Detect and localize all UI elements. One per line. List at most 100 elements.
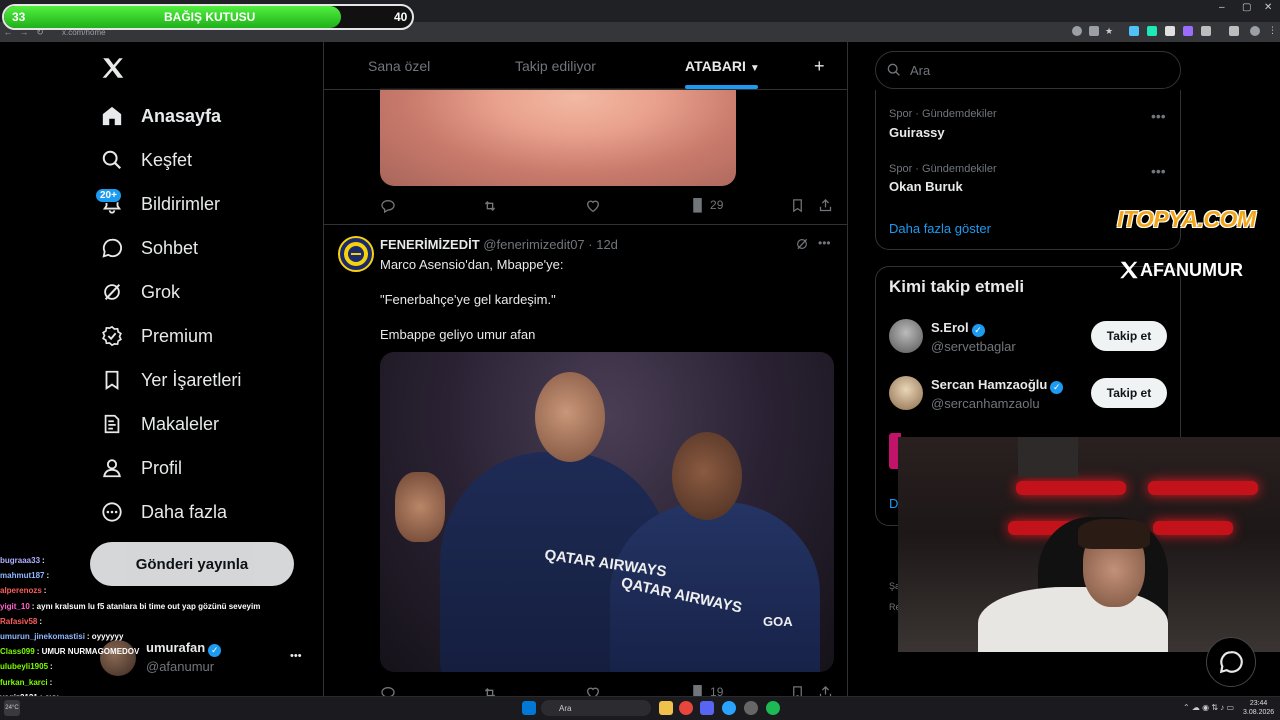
clock-date: 3.08.2026 — [1243, 709, 1275, 716]
notification-badge: 20+ — [95, 188, 122, 203]
tab-following[interactable]: Takip ediliyor — [515, 58, 596, 74]
chat-message: mahmut187: — [0, 568, 330, 583]
chat-username[interactable]: umurun_jinekomastisi — [0, 632, 85, 641]
post-divider — [324, 224, 847, 225]
chat-username[interactable]: bugraaa33 — [0, 556, 40, 565]
sidebar-item-explore[interactable]: Keşfet — [98, 142, 192, 178]
sidebar-item-label: Keşfet — [141, 149, 193, 170]
edge-icon[interactable] — [722, 701, 736, 715]
weather-widget[interactable]: 24°C — [4, 700, 20, 716]
trend-item[interactable]: Okan Buruk — [889, 179, 963, 194]
tab-atabari[interactable]: ATABARI ▼ — [685, 58, 760, 74]
tab-label: ATABARI — [685, 58, 746, 74]
grok-icon[interactable] — [795, 237, 809, 256]
folder-icon[interactable] — [659, 701, 673, 715]
zoom-icon[interactable] — [1072, 26, 1082, 36]
grok-icon — [98, 278, 126, 306]
post-author-handle[interactable]: @fenerimizedit07 — [483, 237, 584, 252]
sidebar-item-premium[interactable]: Premium — [98, 318, 213, 354]
start-icon[interactable] — [522, 701, 536, 715]
sidebar-item-more[interactable]: Daha fazla — [98, 494, 227, 530]
minimize-button[interactable]: – — [1219, 2, 1225, 13]
search-input[interactable]: Ara — [875, 51, 1181, 89]
post-author-name[interactable]: FENERİMİZEDİT — [380, 237, 480, 252]
profile-menu-icon[interactable] — [1229, 26, 1239, 36]
chat-username[interactable]: alperenozs — [0, 586, 42, 595]
chat-text: : oyyyyyy — [86, 632, 124, 642]
sidebar-item-bookmarks[interactable]: Yer İşaretleri — [98, 362, 241, 398]
spotify-icon[interactable] — [766, 701, 780, 715]
sidebar-item-grok[interactable]: Grok — [98, 274, 180, 310]
person-torso — [978, 587, 1168, 652]
puzzle-icon[interactable] — [1201, 26, 1211, 36]
x-logo-icon[interactable] — [100, 55, 126, 81]
x-handle-text: AFANUMUR — [1140, 259, 1243, 280]
show-more-link[interactable]: Daha fazla göster — [889, 221, 991, 236]
chat-username[interactable]: ulubeyli1905 — [0, 662, 48, 671]
sidebar-item-home[interactable]: Anasayfa — [98, 98, 221, 134]
chat-message: umurun_jinekomastisi: oyyyyyy — [0, 629, 330, 644]
share-icon[interactable] — [1089, 26, 1099, 36]
bookmark-icon[interactable] — [790, 198, 805, 213]
tab-for-you[interactable]: Sana özel — [368, 58, 430, 74]
chat-message: Rafasiv58: — [0, 614, 330, 629]
star-icon[interactable]: ★ — [1105, 26, 1115, 36]
follow-avatar[interactable] — [889, 376, 923, 410]
follow-avatar[interactable] — [889, 319, 923, 353]
post-text-line: "Fenerbahçe'ye gel kardeşim." — [380, 292, 556, 307]
verified-icon: ✓ — [1050, 381, 1064, 394]
close-window-button[interactable]: ✕ — [1264, 2, 1272, 13]
chrome-icon[interactable] — [679, 701, 693, 715]
post-text-line: Embappe geliyo umur afan — [380, 327, 536, 342]
follow-title: Kimi takip etmeli — [889, 277, 1025, 296]
sidebar-item-profile[interactable]: Profil — [98, 450, 182, 486]
taskbar-search[interactable]: Ara — [541, 700, 651, 716]
trend-more-icon[interactable]: ••• — [1151, 163, 1166, 179]
views-stat[interactable]: ▐▌ 29 — [689, 198, 723, 212]
chat-username[interactable]: Class099 — [0, 647, 35, 656]
messages-icon[interactable] — [1206, 637, 1256, 687]
follow-button[interactable]: Takip et — [1091, 321, 1167, 351]
add-tab-button[interactable]: + — [814, 56, 825, 77]
trend-more-icon[interactable]: ••• — [1151, 108, 1166, 124]
show-more-link[interactable]: D — [889, 496, 898, 511]
like-icon[interactable] — [585, 198, 601, 214]
post-more-icon[interactable]: ••• — [818, 236, 831, 250]
article-icon — [98, 410, 126, 438]
trend-item[interactable]: Guirassy — [889, 125, 945, 140]
chat-text: : — [46, 571, 50, 581]
led-light — [1016, 481, 1126, 495]
post-time[interactable]: · 12d — [588, 237, 618, 252]
follow-name-line[interactable]: S.Erol ✓ — [931, 320, 985, 337]
maximize-button[interactable]: ▢ — [1242, 2, 1251, 13]
chat-text: : — [50, 662, 53, 672]
discord-icon[interactable] — [700, 701, 714, 715]
extension-icon[interactable] — [1147, 26, 1157, 36]
sidebar-item-chat[interactable]: Sohbet — [98, 230, 198, 266]
extension-icon[interactable] — [1165, 26, 1175, 36]
chat-username[interactable]: furkan_karci — [0, 678, 48, 687]
donation-progress-bar: 33 BAĞIŞ KUTUSU 40 — [2, 4, 414, 30]
image-head — [672, 432, 742, 520]
chat-username[interactable]: yigit_10 — [0, 602, 30, 611]
obs-icon[interactable] — [744, 701, 758, 715]
sidebar-item-articles[interactable]: Makaleler — [98, 406, 219, 442]
account-icon[interactable] — [1250, 26, 1260, 36]
previous-post-image[interactable] — [380, 88, 736, 186]
follow-name-line[interactable]: Sercan Hamzaoğlu ✓ — [931, 377, 1064, 394]
repost-icon[interactable] — [482, 198, 498, 214]
system-tray[interactable]: ⌃ ☁ ◉ ⇅ ♪ ▭ — [1183, 703, 1234, 712]
post-image[interactable]: QATAR AIRWAYS QATAR AIRWAYS GOA — [380, 352, 834, 672]
follow-button[interactable]: Takip et — [1091, 378, 1167, 408]
share-icon[interactable] — [818, 198, 833, 213]
chat-username[interactable]: Rafasiv58 — [0, 617, 37, 626]
reply-icon[interactable] — [380, 198, 396, 214]
extension-icon[interactable] — [1129, 26, 1139, 36]
chat-username[interactable]: mahmut187 — [0, 571, 44, 580]
chevron-down-icon: ▼ — [749, 63, 760, 74]
extension-icon[interactable] — [1183, 26, 1193, 36]
browser-menu-icon[interactable]: ⋮ — [1268, 25, 1277, 36]
author-avatar[interactable] — [338, 236, 374, 272]
taskbar-clock[interactable]: 23:44 3.08.2026 — [1243, 699, 1274, 717]
sidebar-item-label: Daha fazla — [141, 501, 228, 522]
